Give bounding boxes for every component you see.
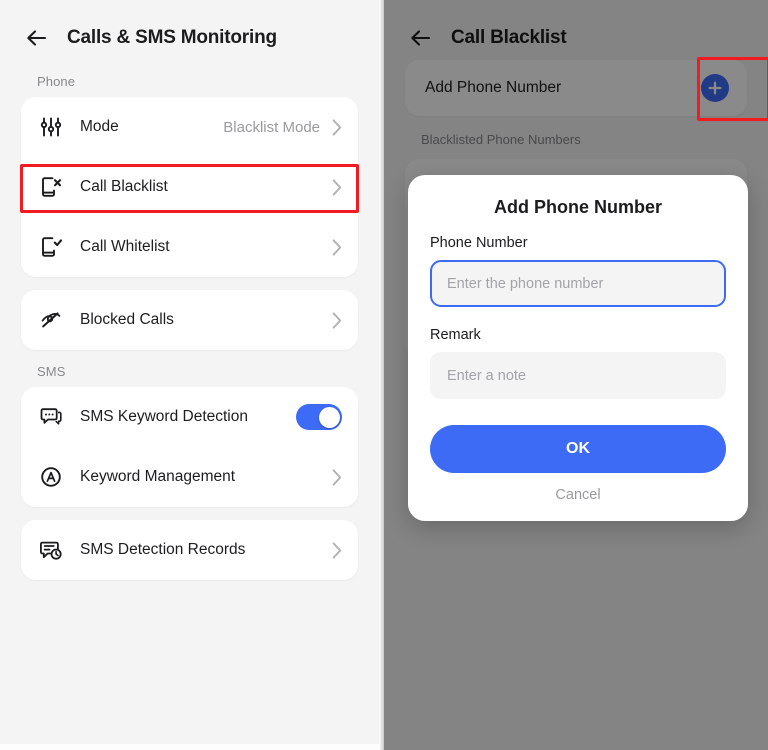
list-item-sms-detection-records[interactable]: SMS Detection Records	[21, 520, 358, 580]
list-item-label: Mode	[80, 118, 119, 135]
list-item-call-whitelist[interactable]: Call Whitelist	[21, 217, 358, 277]
toggle-knob	[318, 406, 340, 428]
sliders-icon	[38, 114, 64, 140]
chevron-right-icon	[332, 541, 342, 559]
add-phone-number-dialog: Add Phone Number Phone Number Remark OK …	[408, 175, 748, 521]
right-panel-call-blacklist: Call Blacklist Add Phone Number Blacklis…	[384, 0, 768, 750]
chevron-right-icon	[332, 311, 342, 329]
sms-records-clock-icon	[38, 537, 64, 563]
chevron-right-icon	[332, 178, 342, 196]
card-sms-primary: SMS Keyword Detection Keyword Management	[21, 387, 358, 507]
chevron-right-icon	[332, 468, 342, 486]
list-item-sms-keyword-detection[interactable]: SMS Keyword Detection	[21, 387, 358, 447]
remark-input[interactable]	[430, 352, 726, 399]
left-panel-calls-sms-monitoring: Calls & SMS Monitoring Phone Mode Blackl…	[0, 0, 379, 750]
list-item-label: SMS Detection Records	[80, 541, 246, 558]
toggle-sms-keyword-detection[interactable]	[296, 404, 342, 430]
chevron-right-icon	[332, 238, 342, 256]
bottom-divider	[0, 744, 379, 750]
section-label-phone: Phone	[37, 74, 76, 89]
phone-block-x-icon	[38, 174, 64, 200]
list-item-label: SMS Keyword Detection	[80, 408, 248, 425]
left-panel-header: Calls & SMS Monitoring	[0, 0, 379, 60]
card-phone-primary: Mode Blacklist Mode Call Blacklist Call …	[21, 97, 358, 277]
list-item-call-blacklist[interactable]: Call Blacklist	[21, 157, 358, 217]
list-item-blocked-calls[interactable]: Blocked Calls	[21, 290, 358, 350]
call-blocked-icon	[38, 307, 64, 333]
section-label-sms: SMS	[37, 364, 66, 379]
list-item-label: Keyword Management	[80, 468, 236, 485]
list-item-mode[interactable]: Mode Blacklist Mode	[21, 97, 358, 157]
dialog-title: Add Phone Number	[493, 197, 662, 217]
list-item-label: Blocked Calls	[80, 311, 174, 328]
list-item-label: Call Whitelist	[80, 238, 170, 255]
list-item-value: Blacklist Mode	[223, 118, 320, 136]
page-title: Calls & SMS Monitoring	[67, 27, 277, 48]
back-arrow-icon[interactable]	[24, 25, 50, 51]
list-item-keyword-management[interactable]: Keyword Management	[21, 447, 358, 507]
cancel-button[interactable]: Cancel	[430, 487, 726, 503]
card-blocked-calls: Blocked Calls	[21, 290, 358, 350]
phone-check-icon	[38, 234, 64, 260]
ok-button[interactable]: OK	[430, 425, 726, 473]
chevron-right-icon	[332, 118, 342, 136]
card-sms-records: SMS Detection Records	[21, 520, 358, 580]
letter-a-circle-icon	[38, 464, 64, 490]
sms-bubble-icon	[38, 404, 64, 430]
phone-number-label: Phone Number	[430, 235, 528, 251]
remark-label: Remark	[430, 327, 481, 343]
app-screenshot: Calls & SMS Monitoring Phone Mode Blackl…	[0, 0, 768, 750]
list-item-label: Call Blacklist	[80, 178, 168, 195]
phone-number-input[interactable]	[430, 260, 726, 307]
